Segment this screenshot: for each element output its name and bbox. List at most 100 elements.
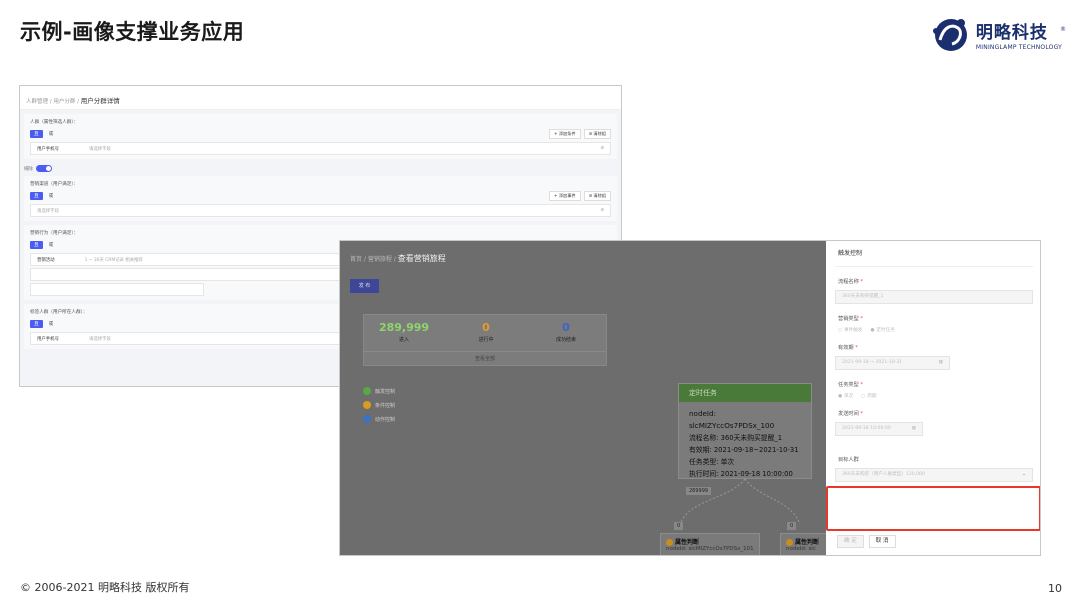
or-toggle-button[interactable]: 或 [49,242,54,248]
breadcrumb-current: 查看营销旅程 [397,254,446,263]
stat-label: 进入 [398,337,409,343]
or-toggle-button[interactable]: 或 [49,193,54,199]
stat-label: 进行中 [478,337,494,343]
legend-label: 动作控制 [375,416,396,423]
legend-label: 触发控制 [375,388,396,395]
radio-option-selected[interactable]: 单次 [838,393,853,399]
validity-range-picker[interactable]: 2021-09-18 → 2021-10-31 ▦ [835,356,950,370]
node-id: nodeId: slcMIZYccOs7PDSx_101 [666,546,754,552]
and-toggle-button[interactable]: 且 [30,241,43,249]
calendar-icon: ▦ [911,426,916,431]
sub-condition-row[interactable] [30,268,379,281]
stat-in-progress: 0 进行中 [446,321,526,343]
breadcrumb: 首页 / 营销旅程 / 查看营销旅程 [350,254,446,263]
legend-item: 条件控制 [363,398,395,412]
and-toggle-button[interactable]: 且 [30,320,43,328]
chevron-down-icon: ⌄ [1022,472,1026,477]
slide-title: 示例-画像支撑业务应用 [20,20,245,44]
legend-item: 触发控制 [363,384,395,398]
attribute-judge-node[interactable]: 属性判断 nodeId: slcMIZYccOs7PDSx_101 [660,533,760,555]
stat-value: 289,999 [378,321,430,334]
publish-button[interactable]: 发 布 [350,279,379,293]
condition-row[interactable]: 用户手机号 请选择字段 ⊘ [30,142,611,155]
condition-node-icon [666,539,673,546]
clear-group-button[interactable]: ⊘ 清除组 [583,191,611,201]
journey-canvas: 首页 / 营销旅程 / 查看营销旅程 发 布 289,999 进入 0 进行中 … [340,241,880,555]
target-crowd-select[interactable]: 360天未购买（用户人群类型）120,000 ⌄ [835,468,1033,482]
panel-title: 触发控制 [835,241,1033,267]
task-type-radio[interactable]: 单次 周期 [835,393,1033,399]
radio-option[interactable]: 事件触发 [838,327,862,333]
segment-section-crowd: 人群（属性筛选人群）： 且 或 + 添加条件 ⊘ 清除组 用户手机号 请选择字段… [24,114,617,159]
add-condition-button[interactable]: + 添加条件 [549,129,581,139]
remove-icon[interactable]: ⊘ [600,146,604,151]
field-label: 目标人群 [838,457,859,463]
branch-count: 0 [787,522,797,530]
node-flow-name: 流程名称: 360天未购买提醒_1 [689,434,783,442]
breadcrumb-current: 用户分群详情 [80,97,120,105]
logo-mark-icon [932,19,967,51]
breadcrumb-item[interactable]: 营销旅程 [368,256,392,263]
target-crowd-highlight [826,486,1040,531]
connector-lines [679,479,801,525]
field-label: 有效期 * [838,345,858,351]
clear-group-button[interactable]: ⊘ 清除组 [583,129,611,139]
stat-value: 0 [562,321,570,334]
sub-condition-row[interactable] [30,283,205,296]
logo-en-text: MININGLAMP TECHNOLOGY [975,43,1062,51]
or-toggle-button[interactable]: 或 [49,321,54,327]
condition-dot-icon [363,401,371,409]
flow-name-input[interactable]: 360天未购买提醒_1 [835,290,1033,304]
radio-option[interactable]: 周期 [861,393,876,399]
logo-cn-text: 明略科技 [975,22,1048,43]
node-validity: 有效期: 2021-09-18~2021-10-31 [689,446,799,454]
node-title: 属性判断 [675,539,700,546]
legend-label: 条件控制 [375,402,396,409]
panel-actions: 确 定 取 消 [837,535,896,548]
stat-label: 成功结束 [555,337,576,343]
send-time-picker[interactable]: 2021-09-18 10:00:00 ▦ [835,422,923,436]
exclude-toggle-row: 排除 [24,165,617,172]
exclude-label: 排除 [24,166,33,172]
field-label: 任务类型 * [838,382,864,388]
cancel-button[interactable]: 取 消 [868,535,896,548]
section-heading: 营销行为（用户满足）： [30,231,79,236]
breadcrumb-item[interactable]: 首页 [350,256,362,263]
or-toggle-button[interactable]: 或 [49,131,54,137]
date-range-text: 2021-09-18 → 2021-10-31 [842,360,903,365]
add-event-button[interactable]: + 添加事件 [549,191,581,201]
exclude-toggle[interactable] [35,165,52,172]
stat-completed: 0 成功结束 [526,321,606,343]
node-task-type: 任务类型: 单次 [689,458,735,466]
field-select[interactable]: 请选择字段 [89,146,111,152]
and-toggle-button[interactable]: 且 [30,192,43,200]
node-id: nodeId: slcMIZYccOs7PDSx_100 [689,409,775,430]
condition-field[interactable]: 用户手机号 [37,146,59,152]
legend-item: 动作控制 [363,412,395,426]
branch-count: 0 [674,522,684,530]
confirm-button[interactable]: 确 定 [837,535,864,548]
field-select[interactable]: 请选择字段 [89,336,111,342]
breadcrumb-item[interactable]: 用户分群 [53,99,75,105]
scheduled-task-node[interactable]: 定时任务 nodeId: slcMIZYccOs7PDSx_100 流程名称: … [678,383,812,479]
condition-row[interactable]: 请选择字段 ⊘ [30,204,611,217]
breadcrumb-item[interactable]: 人群管理 [26,99,48,105]
segment-section-channel: 营销渠道（用户满足）： 且 或 + 添加事件 ⊘ 清除组 请选择字段 ⊘ [24,176,617,221]
radio-option-selected[interactable]: 定时任务 [870,327,894,333]
view-all-link[interactable]: 查看全部 [364,351,606,365]
node-header: 定时任务 [679,384,811,402]
trigger-dot-icon [363,387,371,395]
marketing-type-radio[interactable]: 事件触发 定时任务 [835,327,1033,333]
field-select[interactable]: 1 ~ 30天 CRM记录 相关推荐 [85,257,143,263]
field-label: 流程名称 * [838,279,864,285]
stat-value: 0 [482,321,490,334]
condition-field[interactable]: 用户手机号 [37,336,59,342]
field-select[interactable]: 请选择字段 [37,208,59,214]
node-title: 属性判断 [795,539,820,546]
condition-field[interactable]: 营销活动 [37,257,55,263]
field-label: 发送时间 * [838,411,864,417]
company-logo: 明略科技 MININGLAMP TECHNOLOGY ® [930,14,1066,54]
and-toggle-button[interactable]: 且 [30,130,43,138]
section-heading: 营销渠道（用户满足）： [30,182,79,187]
remove-icon[interactable]: ⊘ [600,208,604,213]
